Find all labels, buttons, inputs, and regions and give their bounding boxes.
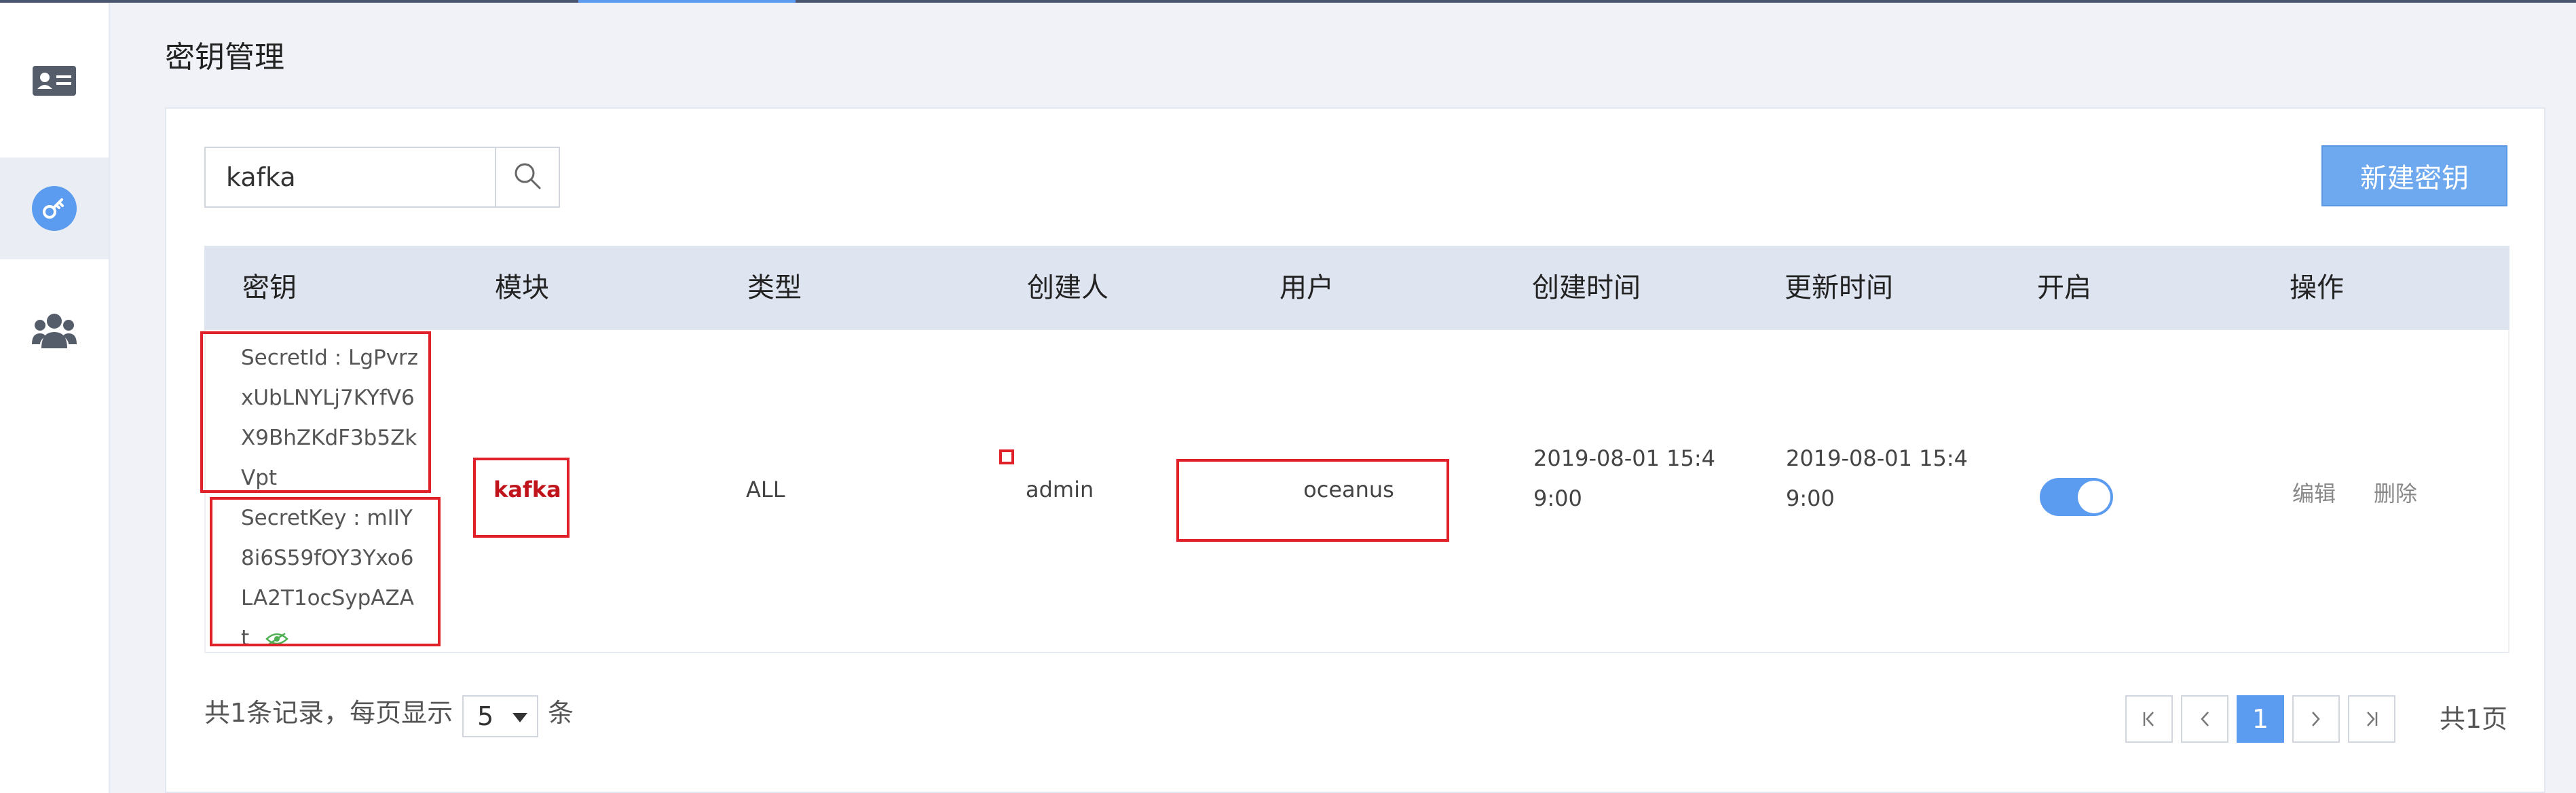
page-title: 密钥管理 [165, 40, 284, 75]
created-time-line: 9:00 [1533, 485, 1582, 511]
first-page-button[interactable] [2125, 695, 2173, 743]
page-size-unit: 条 [548, 698, 574, 728]
type-value: ALL [746, 477, 785, 502]
key-icon [32, 186, 77, 231]
search-icon [512, 161, 542, 193]
chevron-right-icon [2310, 704, 2322, 734]
creator-value: admin [1026, 477, 1094, 502]
last-page-icon [2364, 704, 2379, 734]
id-card-icon [33, 66, 76, 96]
toggle-knob [2078, 481, 2110, 513]
users-icon [32, 312, 77, 350]
created-time: 2019-08-01 15:4 9:00 [1533, 439, 1715, 519]
top-bar [0, 0, 2576, 3]
table-header: 密钥 模块 类型 创建人 用户 创建时间 更新时间 开启 操作 [204, 246, 2509, 330]
chevron-left-icon [2199, 704, 2211, 734]
column-header-updated-time: 更新时间 [1785, 272, 1893, 303]
column-header-creator: 创建人 [1027, 272, 1108, 303]
column-header-enabled: 开启 [2037, 272, 2091, 303]
records-summary: 共1条记录，每页显示 [204, 698, 453, 728]
column-header-actions: 操作 [2290, 272, 2344, 303]
page-size-value: 5 [477, 701, 494, 731]
search-input[interactable]: kafka [226, 148, 296, 206]
edit-button[interactable]: 编辑 [2292, 477, 2336, 508]
highlight-box-user [1176, 459, 1449, 542]
column-header-module: 模块 [495, 272, 549, 303]
top-bar-active-indicator [578, 0, 796, 3]
page-button-current[interactable]: 1 [2237, 695, 2284, 743]
created-time-line: 2019-08-01 15:4 [1533, 445, 1715, 471]
column-header-type: 类型 [747, 272, 802, 303]
delete-button[interactable]: 删除 [2374, 477, 2417, 508]
column-header-user: 用户 [1280, 272, 1334, 303]
first-page-icon [2142, 704, 2157, 734]
column-header-key: 密钥 [242, 272, 297, 303]
new-key-button[interactable]: 新建密钥 [2321, 145, 2507, 206]
last-page-button[interactable] [2348, 695, 2395, 743]
column-header-created-time: 创建时间 [1532, 272, 1641, 303]
key-management-panel: kafka 新建密钥 密钥 模块 类型 创建人 用户 创建时间 更新时间 开启 … [165, 107, 2545, 793]
enabled-toggle[interactable] [2040, 478, 2113, 516]
highlight-box-secret-key [210, 497, 441, 646]
sidebar-item-users[interactable] [0, 280, 109, 382]
highlight-box-marker [999, 449, 1014, 464]
updated-time-line: 2019-08-01 15:4 [1786, 445, 1968, 471]
updated-time: 2019-08-01 15:4 9:00 [1786, 439, 1968, 519]
total-pages: 共1页 [2439, 704, 2507, 734]
sidebar [0, 3, 110, 793]
search-button[interactable] [495, 148, 559, 206]
highlight-box-module [473, 458, 570, 538]
sidebar-item-id-card[interactable] [0, 30, 109, 132]
updated-time-line: 9:00 [1786, 485, 1835, 511]
next-page-button[interactable] [2292, 695, 2340, 743]
chevron-down-icon [512, 713, 527, 722]
prev-page-button[interactable] [2181, 695, 2228, 743]
page-size-select[interactable]: 5 [462, 695, 538, 737]
sidebar-item-keys[interactable] [0, 158, 109, 259]
highlight-box-secret-id [200, 331, 431, 493]
search-box[interactable]: kafka [204, 147, 560, 208]
